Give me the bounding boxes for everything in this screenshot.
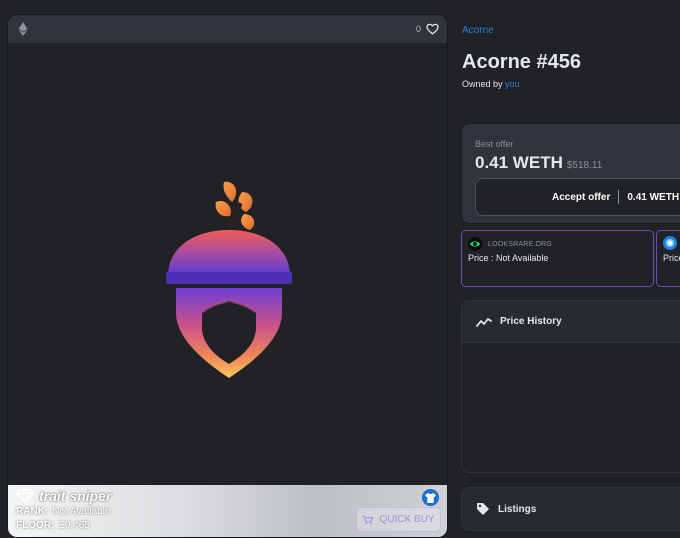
shirt-icon bbox=[425, 492, 436, 503]
best-offer-label: Best offer bbox=[475, 139, 514, 149]
best-offer-card: Best offer 0.41 WETH $518.11 Accept offer… bbox=[461, 123, 680, 224]
ethereum-icon[interactable] bbox=[18, 22, 28, 36]
favorite-count: 0 bbox=[415, 24, 421, 34]
media-header: 0 bbox=[8, 15, 447, 43]
rank-row: RANK: Not Available bbox=[16, 506, 110, 517]
trend-line-icon bbox=[476, 317, 492, 327]
market-name: LOOKSRARE.ORG bbox=[488, 240, 553, 248]
best-offer-amount: 0.41 WETH $518.11 bbox=[475, 153, 602, 173]
favorite-control[interactable]: 0 bbox=[416, 23, 439, 35]
price-history-header[interactable]: Price History bbox=[462, 301, 680, 343]
media-card: 0 trait sniper RANK: Not Available FLOOR… bbox=[7, 14, 448, 538]
trait-sniper-overlay: trait sniper RANK: Not Available FLOOR: Ξ0… bbox=[8, 485, 447, 537]
market-price: Price : Not Available bbox=[468, 253, 549, 263]
accept-divider bbox=[618, 190, 620, 204]
trait-sniper-title: trait sniper bbox=[39, 488, 112, 504]
diamond-icon bbox=[16, 489, 34, 503]
price-history-panel: Price History bbox=[461, 300, 680, 473]
cart-icon bbox=[362, 514, 374, 525]
looksrare-eye-icon bbox=[468, 237, 482, 251]
price-history-label: Price History bbox=[500, 316, 562, 327]
heart-icon[interactable] bbox=[426, 23, 439, 35]
floor-value: Ξ0.465 bbox=[58, 520, 90, 531]
market-price-secondary: Price bbox=[663, 253, 680, 263]
asset-title: Acorne #456 bbox=[462, 51, 581, 73]
listings-panel-header[interactable]: Listings bbox=[461, 487, 680, 531]
acorn-nft-image bbox=[166, 181, 292, 378]
owned-by-label: Owned by bbox=[462, 79, 503, 89]
floor-row: FLOOR: Ξ0.465 bbox=[16, 520, 90, 531]
accept-offer-label: Accept offer bbox=[552, 191, 611, 203]
rank-value: Not Available bbox=[52, 506, 111, 517]
quick-buy-label: QUICK BUY bbox=[379, 514, 435, 525]
collection-link[interactable]: Acorne bbox=[462, 25, 494, 36]
trait-sniper-badge[interactable] bbox=[422, 489, 439, 506]
market-card-secondary[interactable]: Price bbox=[656, 230, 680, 287]
best-offer-value: 0.41 WETH bbox=[475, 153, 563, 172]
owner-line: Owned by you bbox=[462, 79, 520, 89]
market-header: LOOKSRARE.ORG bbox=[468, 237, 552, 251]
marketplace-logo-icon bbox=[663, 236, 677, 250]
owner-link[interactable]: you bbox=[505, 79, 520, 89]
quick-buy-button[interactable]: QUICK BUY bbox=[356, 507, 441, 532]
market-card-looksrare[interactable]: LOOKSRARE.ORG Price : Not Available bbox=[461, 230, 654, 287]
accept-offer-button[interactable]: Accept offer 0.41 WETH bbox=[475, 178, 680, 216]
tag-icon bbox=[477, 503, 489, 515]
floor-label: FLOOR: bbox=[16, 520, 55, 531]
trait-sniper-brand: trait sniper bbox=[16, 488, 111, 504]
accept-offer-amount: 0.41 WETH bbox=[627, 191, 680, 203]
best-offer-usd: $518.11 bbox=[566, 160, 603, 171]
nft-media[interactable] bbox=[8, 43, 447, 485]
listings-label: Listings bbox=[498, 503, 537, 515]
rank-label: RANK: bbox=[16, 506, 49, 517]
